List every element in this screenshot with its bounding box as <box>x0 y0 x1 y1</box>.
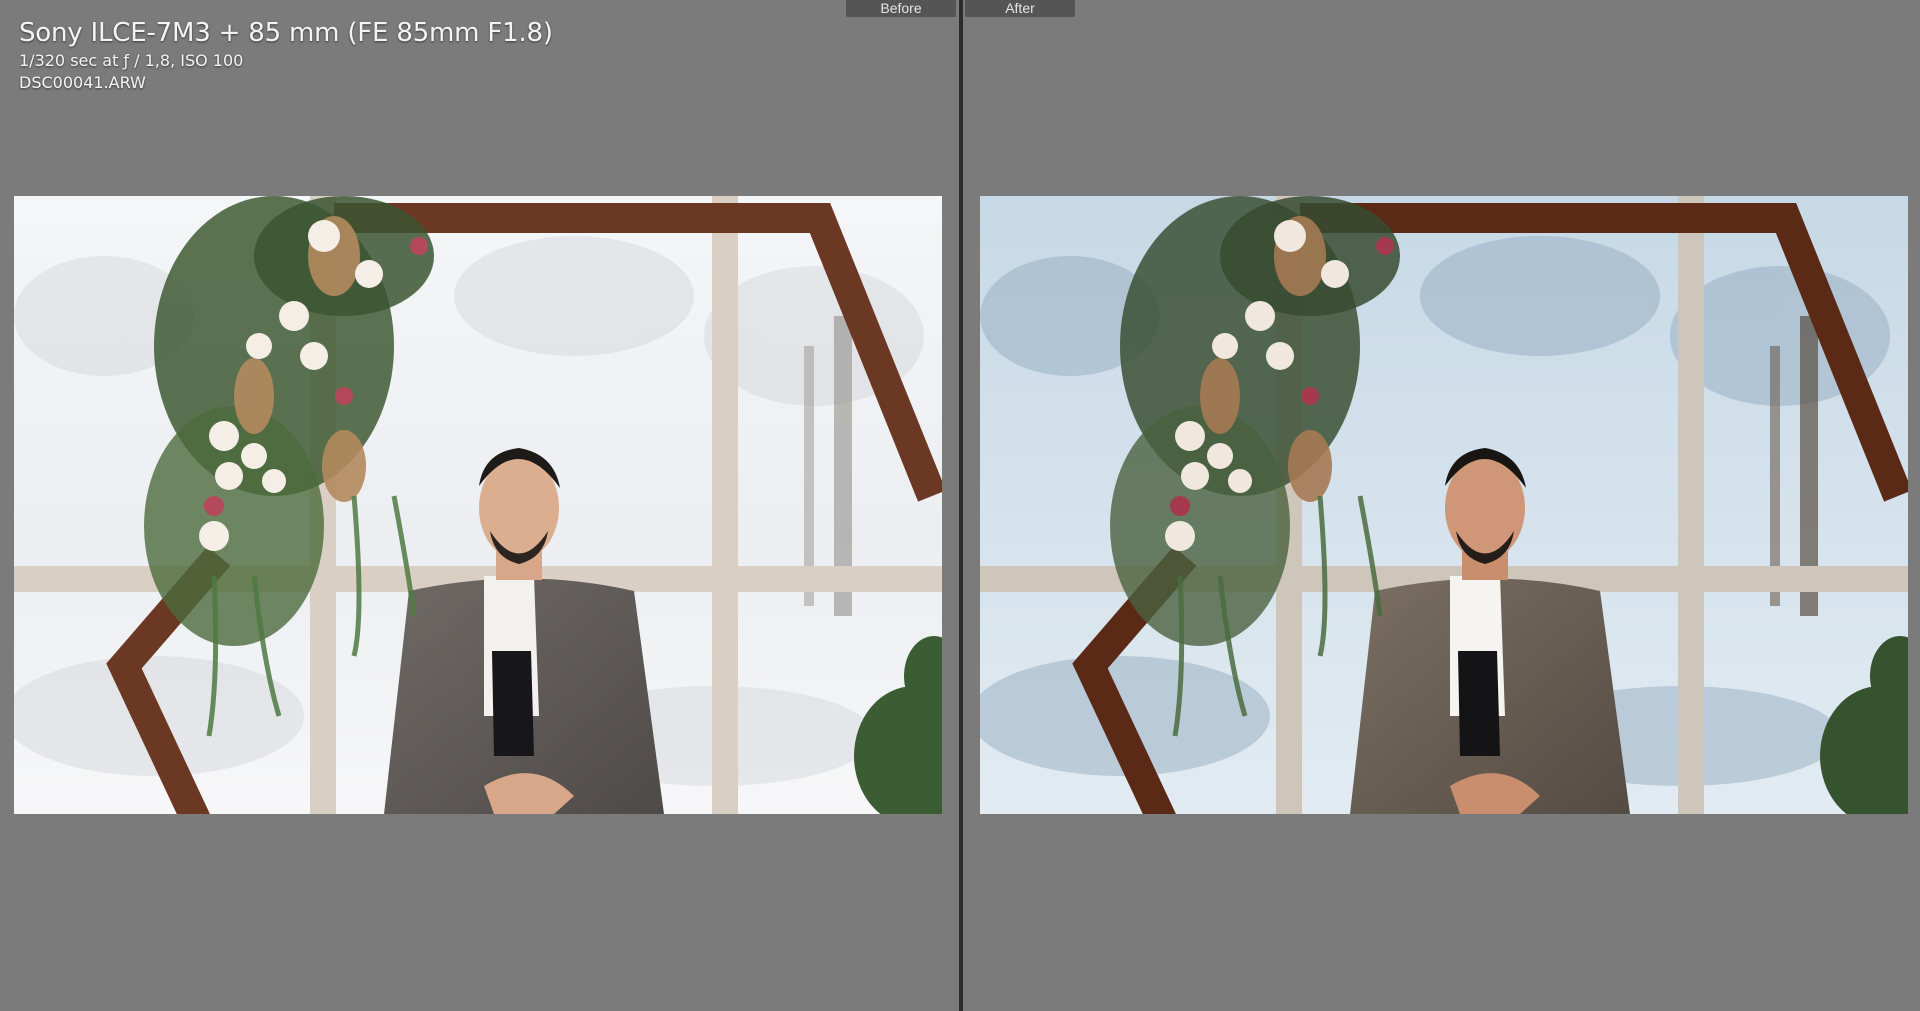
lightroom-compare-view: Sony ILCE-7M3 + 85 mm (FE 85mm F1.8) 1/3… <box>0 0 1920 1011</box>
before-tab[interactable]: Before <box>846 0 956 17</box>
after-tab[interactable]: After <box>965 0 1075 17</box>
camera-lens-info: Sony ILCE-7M3 + 85 mm (FE 85mm F1.8) <box>19 18 553 48</box>
exposure-info: 1/320 sec at ƒ / 1,8, ISO 100 <box>19 51 244 70</box>
before-photo[interactable] <box>14 196 942 814</box>
filename-info: DSC00041.ARW <box>19 73 146 92</box>
photo-info-overlay: Sony ILCE-7M3 + 85 mm (FE 85mm F1.8) 1/3… <box>19 16 553 94</box>
after-photo[interactable] <box>980 196 1908 814</box>
before-pane[interactable]: Sony ILCE-7M3 + 85 mm (FE 85mm F1.8) 1/3… <box>0 0 959 1011</box>
